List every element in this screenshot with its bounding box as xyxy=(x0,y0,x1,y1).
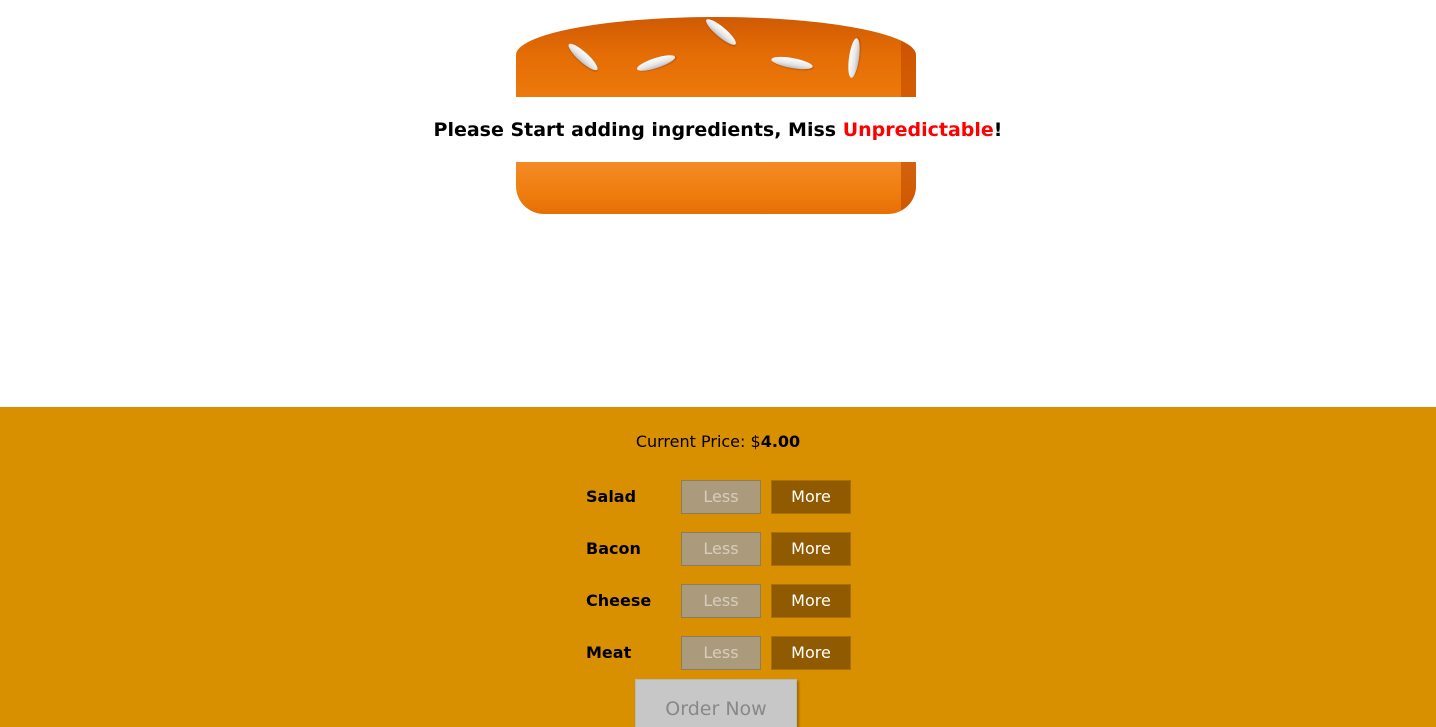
more-salad-button[interactable]: More xyxy=(771,480,851,514)
ingredient-control-meat: Meat Less More xyxy=(586,636,856,670)
sesame-seed-icon xyxy=(770,54,814,72)
empty-message-suffix: ! xyxy=(993,119,1003,141)
more-meat-button[interactable]: More xyxy=(771,636,851,670)
ingredient-label: Cheese xyxy=(586,591,652,610)
order-now-button[interactable]: Order Now xyxy=(635,679,797,727)
ingredient-label: Salad xyxy=(586,487,637,506)
bread-bottom xyxy=(516,162,916,214)
more-cheese-button[interactable]: More xyxy=(771,584,851,618)
ingredient-control-cheese: Cheese Less More xyxy=(586,584,856,618)
current-price: Current Price: $4.00 xyxy=(0,432,1436,451)
sesame-seed-icon xyxy=(703,17,739,49)
build-controls: Current Price: $4.00 Salad Less More Bac… xyxy=(0,407,1436,727)
less-bacon-button[interactable]: Less xyxy=(681,532,761,566)
burger-builder-app: Please Start adding ingredients, Miss Un… xyxy=(0,0,1436,727)
less-meat-button[interactable]: Less xyxy=(681,636,761,670)
ingredient-control-bacon: Bacon Less More xyxy=(586,532,856,566)
ingredient-label: Bacon xyxy=(586,539,641,558)
price-value: 4.00 xyxy=(760,432,801,451)
sesame-seed-icon xyxy=(635,52,677,74)
less-salad-button[interactable]: Less xyxy=(681,480,761,514)
empty-message-prefix: Please Start adding ingredients, Miss xyxy=(433,119,843,141)
ingredient-label: Meat xyxy=(586,643,632,662)
less-cheese-button[interactable]: Less xyxy=(681,584,761,618)
empty-burger-message: Please Start adding ingredients, Miss Un… xyxy=(0,117,1436,143)
bread-top xyxy=(516,17,916,97)
customer-name: Unpredictable xyxy=(842,119,994,141)
sesame-seed-icon xyxy=(565,40,601,74)
sesame-seed-icon xyxy=(846,37,862,79)
price-label: Current Price: $ xyxy=(635,432,761,451)
more-bacon-button[interactable]: More xyxy=(771,532,851,566)
burger-preview: Please Start adding ingredients, Miss Un… xyxy=(0,0,1436,407)
ingredient-control-salad: Salad Less More xyxy=(586,480,856,514)
